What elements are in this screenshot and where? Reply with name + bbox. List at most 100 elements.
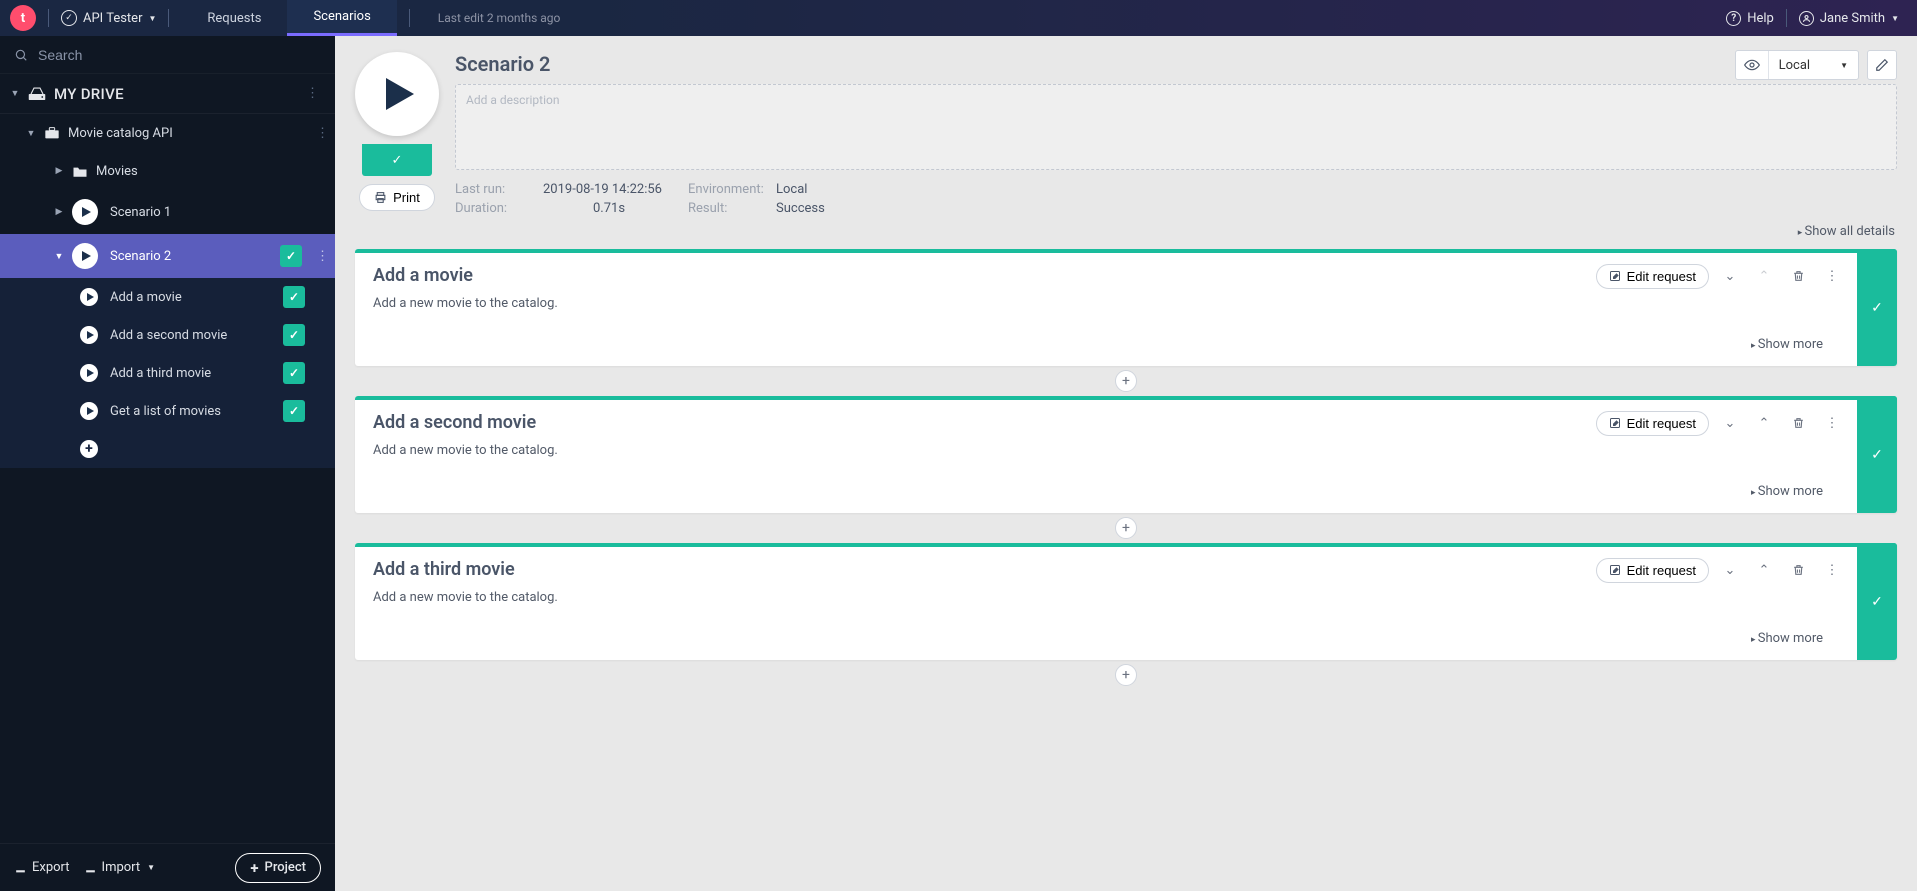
- add-step-button[interactable]: +: [0, 430, 335, 468]
- help-icon: ?: [1726, 11, 1741, 26]
- step-description: Add a new movie to the catalog.: [373, 296, 1879, 311]
- status-success-badge: ✓: [283, 286, 305, 308]
- status-success-badge: ✓: [283, 362, 305, 384]
- step-card: ✓ Edit request ⌄ ⌃ ⋮: [355, 396, 1897, 513]
- sidebar-item-project[interactable]: ▼ Movie catalog API ⋮: [0, 114, 335, 152]
- add-step-between[interactable]: +: [1115, 664, 1137, 686]
- play-icon: [80, 288, 98, 306]
- sidebar-item-step[interactable]: Add a third movie ✓: [0, 354, 335, 392]
- move-down-button[interactable]: ⌄: [1717, 557, 1743, 583]
- pencil-square-icon: [1609, 270, 1621, 282]
- play-icon: [72, 199, 98, 225]
- print-icon: [374, 191, 387, 204]
- export-button[interactable]: Export: [14, 860, 70, 875]
- run-metadata: Last run:2019-08-19 14:22:56 Duration:0.…: [455, 182, 1897, 216]
- show-more[interactable]: Show more: [373, 631, 1879, 650]
- pencil-square-icon: [1609, 417, 1621, 429]
- import-button[interactable]: Import ▼: [84, 860, 156, 875]
- move-down-button[interactable]: ⌄: [1717, 410, 1743, 436]
- pencil-square-icon: [1609, 564, 1621, 576]
- briefcase-icon: [44, 126, 60, 140]
- chevron-down-icon: ▼: [26, 128, 36, 139]
- status-success-badge: ✓: [283, 324, 305, 346]
- chevron-down-icon: ▼: [10, 88, 20, 99]
- help-button[interactable]: ? Help: [1726, 11, 1774, 26]
- chevron-down-icon: ▼: [54, 251, 64, 262]
- tab-scenarios[interactable]: Scenarios: [287, 0, 396, 36]
- sidebar-item-step[interactable]: Add a movie ✓: [0, 278, 335, 316]
- show-all-details[interactable]: Show all details: [357, 224, 1895, 239]
- search-box[interactable]: [0, 36, 335, 74]
- add-step-between[interactable]: +: [1115, 370, 1137, 392]
- environment-selector[interactable]: Local ▼: [1735, 50, 1859, 80]
- new-project-button[interactable]: + Project: [235, 853, 321, 883]
- eye-icon[interactable]: [1736, 51, 1769, 79]
- edit-request-button[interactable]: Edit request: [1596, 264, 1709, 289]
- status-success-badge: ✓: [283, 400, 305, 422]
- step-description: Add a new movie to the catalog.: [373, 443, 1879, 458]
- delete-button[interactable]: [1785, 410, 1811, 436]
- sidebar-item-scenario[interactable]: ▶ Scenario 1: [0, 190, 335, 234]
- run-scenario-button[interactable]: [355, 52, 439, 136]
- main-content: Local ▼ ✓ Print Sce: [335, 36, 1917, 891]
- scenario-status-success: ✓: [362, 144, 432, 176]
- app-logo[interactable]: t: [10, 5, 36, 31]
- app-name-label: API Tester: [83, 11, 142, 26]
- add-step-between[interactable]: +: [1115, 517, 1137, 539]
- kebab-icon[interactable]: ⋮: [310, 245, 335, 268]
- search-input[interactable]: [38, 47, 321, 63]
- drive-label: MY DRIVE: [54, 85, 124, 103]
- upload-icon: [84, 861, 97, 874]
- drive-icon: [28, 87, 46, 101]
- plus-icon: +: [80, 440, 98, 458]
- chevron-right-icon: ▶: [54, 207, 64, 217]
- tab-requests[interactable]: Requests: [181, 0, 287, 36]
- top-bar: t ✓ API Tester ▼ Requests Scenarios Last…: [0, 0, 1917, 36]
- scenario-children: Add a movie ✓ Add a second movie ✓ Add a…: [0, 278, 335, 468]
- move-down-button[interactable]: ⌄: [1717, 263, 1743, 289]
- chevron-down-icon: ▼: [1891, 14, 1899, 23]
- status-success-badge: ✓: [280, 245, 302, 267]
- edit-scenario-button[interactable]: [1867, 50, 1897, 80]
- user-menu[interactable]: Jane Smith ▼: [1799, 11, 1899, 26]
- sidebar-item-folder[interactable]: ▶ Movies: [0, 152, 335, 190]
- app-switcher[interactable]: ✓ API Tester ▼: [61, 10, 156, 26]
- edit-request-button[interactable]: Edit request: [1596, 411, 1709, 436]
- delete-button[interactable]: [1785, 263, 1811, 289]
- move-up-button: ⌃: [1751, 263, 1777, 289]
- kebab-icon[interactable]: ⋮: [310, 122, 335, 145]
- sidebar-item-scenario-active[interactable]: ▼ Scenario 2 ✓ ⋮: [0, 234, 335, 278]
- move-up-button[interactable]: ⌃: [1751, 410, 1777, 436]
- edit-request-button[interactable]: Edit request: [1596, 558, 1709, 583]
- step-description: Add a new movie to the catalog.: [373, 590, 1879, 605]
- show-more[interactable]: Show more: [373, 484, 1879, 503]
- pencil-icon: [1875, 58, 1889, 72]
- trash-icon: [1792, 563, 1805, 577]
- sidebar-item-step[interactable]: Get a list of movies ✓: [0, 392, 335, 430]
- print-button[interactable]: Print: [359, 184, 435, 211]
- play-icon: [80, 364, 98, 382]
- move-up-button[interactable]: ⌃: [1751, 557, 1777, 583]
- last-edit-label: Last edit 2 months ago: [438, 11, 561, 25]
- trash-icon: [1792, 269, 1805, 283]
- check-circle-icon: ✓: [61, 10, 77, 26]
- kebab-icon[interactable]: ⋮: [1819, 263, 1845, 289]
- play-icon: [80, 402, 98, 420]
- step-card: ✓ Edit request ⌄ ⌃ ⋮: [355, 249, 1897, 366]
- show-more[interactable]: Show more: [373, 337, 1879, 356]
- kebab-icon[interactable]: ⋮: [1819, 410, 1845, 436]
- sidebar: ▼ MY DRIVE ⋮ ▼ Movie catalog API ⋮ ▶ Mov…: [0, 36, 335, 891]
- chevron-down-icon: ▼: [148, 14, 156, 23]
- description-input[interactable]: Add a description: [455, 84, 1897, 170]
- delete-button[interactable]: [1785, 557, 1811, 583]
- chevron-right-icon: ▶: [54, 166, 64, 176]
- scenario-title[interactable]: Scenario 2: [455, 52, 1897, 76]
- kebab-icon[interactable]: ⋮: [300, 82, 325, 105]
- play-icon: [72, 243, 98, 269]
- drive-header[interactable]: ▼ MY DRIVE ⋮: [0, 74, 335, 114]
- sidebar-item-step[interactable]: Add a second movie ✓: [0, 316, 335, 354]
- play-icon: [80, 326, 98, 344]
- step-card: ✓ Edit request ⌄ ⌃ ⋮: [355, 543, 1897, 660]
- kebab-icon[interactable]: ⋮: [1819, 557, 1845, 583]
- download-icon: [14, 861, 27, 874]
